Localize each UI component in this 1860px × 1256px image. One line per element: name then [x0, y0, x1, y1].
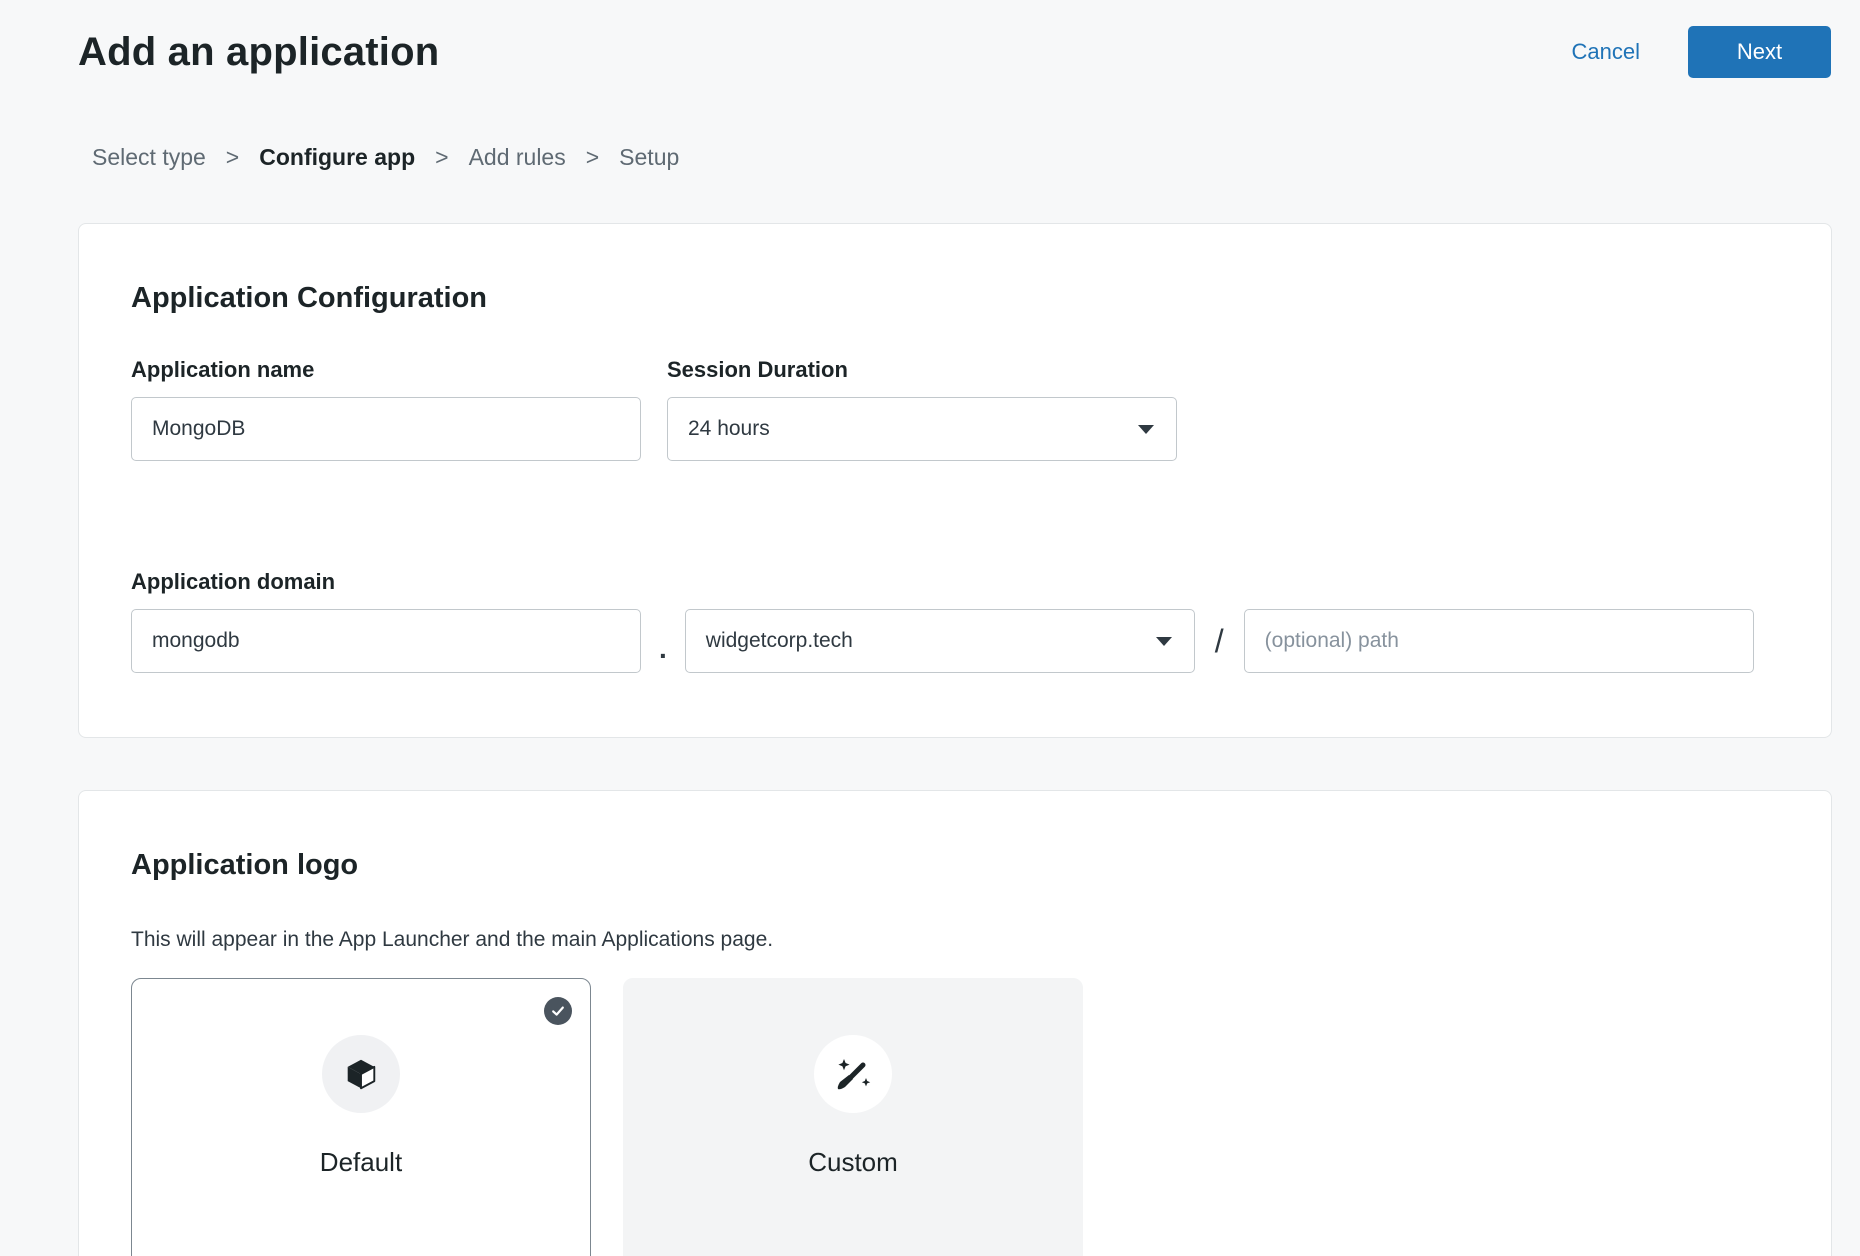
session-duration-select[interactable]: 24 hours — [667, 397, 1177, 461]
logo-option-custom[interactable]: Custom — [623, 978, 1083, 1256]
application-name-label: Application name — [131, 357, 641, 383]
paintbrush-icon — [833, 1054, 873, 1094]
check-icon — [544, 997, 572, 1025]
cube-icon — [342, 1055, 380, 1093]
header-actions: Cancel Next — [1572, 26, 1831, 78]
domain-select[interactable]: widgetcorp.tech — [685, 609, 1195, 673]
session-duration-value: 24 hours — [688, 417, 770, 441]
default-logo-icon-circle — [322, 1035, 400, 1113]
step-add-rules[interactable]: Add rules — [469, 144, 566, 171]
add-application-page: Add an application Cancel Next Select ty… — [0, 0, 1860, 1256]
subdomain-input[interactable] — [131, 609, 641, 673]
logo-options: Default Custom — [131, 978, 1779, 1256]
step-select-type[interactable]: Select type — [92, 144, 206, 171]
next-button[interactable]: Next — [1688, 26, 1831, 78]
application-logo-title: Application logo — [131, 849, 1779, 882]
breadcrumb-separator: > — [586, 144, 599, 171]
step-configure-app[interactable]: Configure app — [259, 144, 415, 171]
step-setup[interactable]: Setup — [619, 144, 679, 171]
default-tile-label: Default — [320, 1147, 402, 1178]
domain-slash-separator: / — [1215, 623, 1224, 660]
session-duration-label: Session Duration — [667, 357, 1177, 383]
path-input[interactable] — [1244, 609, 1754, 673]
application-logo-card: Application logo This will appear in the… — [78, 790, 1832, 1256]
breadcrumb: Select type > Configure app > Add rules … — [0, 144, 1860, 171]
application-configuration-card: Application Configuration Application na… — [78, 223, 1832, 738]
application-domain-label: Application domain — [131, 569, 335, 595]
session-duration-field-group: Session Duration 24 hours — [667, 357, 1177, 461]
application-name-input[interactable] — [131, 397, 641, 461]
breadcrumb-separator: > — [226, 144, 239, 171]
page-header: Add an application Cancel Next — [0, 0, 1860, 78]
custom-tile-label: Custom — [808, 1147, 898, 1178]
logo-option-default[interactable]: Default — [131, 978, 591, 1256]
name-session-row: Application name Session Duration 24 hou… — [131, 357, 1779, 461]
application-configuration-title: Application Configuration — [131, 282, 1779, 315]
application-name-field-group: Application name — [131, 357, 641, 461]
custom-logo-icon-circle — [814, 1035, 892, 1113]
domain-dot-separator: . — [659, 633, 667, 673]
cancel-button[interactable]: Cancel — [1572, 39, 1640, 65]
domain-inputs-row: . widgetcorp.tech / — [131, 609, 1779, 673]
application-logo-description: This will appear in the App Launcher and… — [131, 928, 1779, 952]
page-title: Add an application — [78, 30, 439, 75]
application-domain-group: Application domain . widgetcorp.tech / — [131, 569, 1779, 673]
chevron-down-icon — [1138, 425, 1154, 434]
breadcrumb-separator: > — [435, 144, 448, 171]
domain-select-value: widgetcorp.tech — [706, 629, 853, 653]
domain-label-row: Application domain — [131, 569, 1779, 595]
chevron-down-icon — [1156, 637, 1172, 646]
